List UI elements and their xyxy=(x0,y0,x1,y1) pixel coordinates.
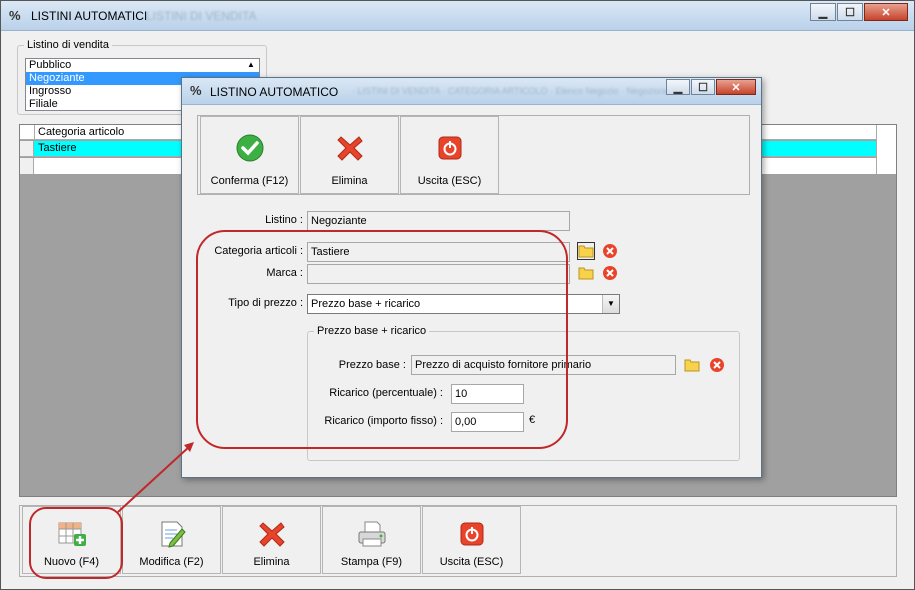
close-button[interactable]: ✕ xyxy=(864,3,908,21)
folder-icon xyxy=(578,267,594,280)
dialog-maximize-button[interactable]: ☐ xyxy=(691,79,715,95)
prezzo-base-browse-button[interactable] xyxy=(683,356,701,374)
currency-symbol: € xyxy=(529,414,536,426)
marca-field[interactable] xyxy=(307,264,570,284)
elimina-label: Elimina xyxy=(253,556,290,568)
scroll-up-icon[interactable]: ▲ xyxy=(243,59,259,71)
dialog-elimina-button[interactable]: Elimina xyxy=(300,116,399,194)
tipo-prezzo-value: Prezzo base + ricarico xyxy=(311,298,421,310)
dialog-uscita-button[interactable]: Uscita (ESC) xyxy=(400,116,499,194)
marca-clear-button[interactable] xyxy=(601,264,619,282)
uscita-label: Uscita (ESC) xyxy=(439,556,504,568)
categoria-label: Categoria articoli : xyxy=(214,245,303,257)
confirm-check-icon xyxy=(201,131,298,165)
ghost-dialog-title: · LISTINI DI VENDITA · CATEGORIA ARTICOL… xyxy=(352,86,668,96)
row-selector[interactable] xyxy=(20,141,34,156)
percent-app-icon: % xyxy=(190,83,202,98)
power-exit-icon xyxy=(423,517,520,551)
dialog-toolbar: Conferma (F12) Elimina Uscita (ESC) xyxy=(197,115,750,195)
listino-group-label: Listino di vendita xyxy=(24,39,112,51)
dialog-uscita-label: Uscita (ESC) xyxy=(417,175,482,187)
tipo-prezzo-select[interactable]: Prezzo base + ricarico ▼ xyxy=(307,294,620,314)
prezzo-base-label: Prezzo base : xyxy=(338,359,406,371)
uscita-button[interactable]: Uscita (ESC) xyxy=(422,506,521,574)
categoria-browse-button[interactable] xyxy=(577,242,595,260)
modifica-label: Modifica (F2) xyxy=(139,556,204,568)
dialog-minimize-button[interactable]: ▁ xyxy=(666,79,690,95)
list-item[interactable]: Pubblico xyxy=(26,59,259,72)
ricarico-fisso-input[interactable]: 0,00 xyxy=(451,412,524,432)
stampa-button[interactable]: Stampa (F9) xyxy=(322,506,421,574)
add-grid-icon xyxy=(23,517,120,551)
ghost-window-title: LISTINI DI VENDITA xyxy=(146,9,257,23)
edit-document-icon xyxy=(123,517,220,551)
elimina-button[interactable]: Elimina xyxy=(222,506,321,574)
categoria-field[interactable]: Tastiere xyxy=(307,242,570,262)
listino-label: Listino : xyxy=(265,214,303,226)
dialog-close-button[interactable]: ✕ xyxy=(716,79,756,95)
percent-app-icon: % xyxy=(9,8,21,23)
folder-icon xyxy=(578,245,594,258)
listino-dialog: % LISTINO AUTOMATICO · LISTINI DI VENDIT… xyxy=(181,77,762,478)
nuovo-button[interactable]: Nuovo (F4) xyxy=(22,506,121,574)
minimize-button[interactable]: ▁ xyxy=(810,3,836,21)
conferma-button[interactable]: Conferma (F12) xyxy=(200,116,299,194)
categoria-clear-button[interactable] xyxy=(601,242,619,260)
chevron-down-icon[interactable]: ▼ xyxy=(602,295,619,313)
main-window-title: LISTINI AUTOMATICI xyxy=(31,9,148,23)
dialog-elimina-label: Elimina xyxy=(331,175,368,187)
clear-x-icon xyxy=(603,244,617,258)
listino-field: Negoziante xyxy=(307,211,570,231)
prezzo-base-field[interactable]: Prezzo di acquisto fornitore primario xyxy=(411,355,676,375)
maximize-button[interactable]: ☐ xyxy=(837,3,863,21)
clear-x-icon xyxy=(710,358,724,372)
nuovo-label: Nuovo (F4) xyxy=(43,556,100,568)
marca-label: Marca : xyxy=(266,267,303,279)
delete-x-icon xyxy=(301,131,398,165)
ricarico-percentuale-input[interactable]: 10 xyxy=(451,384,524,404)
ricarico-fisso-label: Ricarico (importo fisso) : xyxy=(324,415,443,427)
row-selector[interactable] xyxy=(20,158,34,174)
prezzo-base-clear-button[interactable] xyxy=(708,356,726,374)
main-titlebar[interactable]: % LISTINI AUTOMATICI LISTINI DI VENDITA … xyxy=(1,1,914,31)
ricarico-percentuale-label: Ricarico (percentuale) : xyxy=(329,387,443,399)
column-header-categoria[interactable]: Categoria articolo xyxy=(38,125,124,140)
tipo-prezzo-label: Tipo di prezzo : xyxy=(228,297,303,309)
table-cell[interactable]: Tastiere xyxy=(38,142,77,154)
stampa-label: Stampa (F9) xyxy=(340,556,403,568)
prezzo-base-group-label: Prezzo base + ricarico xyxy=(314,325,430,337)
delete-x-icon xyxy=(223,517,320,551)
modifica-button[interactable]: Modifica (F2) xyxy=(122,506,221,574)
printer-icon xyxy=(323,517,420,551)
folder-icon xyxy=(684,359,700,372)
conferma-label: Conferma (F12) xyxy=(210,175,289,187)
power-exit-icon xyxy=(401,131,498,165)
dialog-titlebar[interactable]: % LISTINO AUTOMATICO · LISTINI DI VENDIT… xyxy=(182,78,761,105)
clear-x-icon xyxy=(603,266,617,280)
dialog-title: LISTINO AUTOMATICO xyxy=(210,85,339,99)
marca-browse-button[interactable] xyxy=(577,264,595,282)
main-toolbar: Nuovo (F4) Modifica (F2) Elimina Stampa … xyxy=(19,505,897,577)
grid-scrollbar[interactable] xyxy=(876,125,896,174)
